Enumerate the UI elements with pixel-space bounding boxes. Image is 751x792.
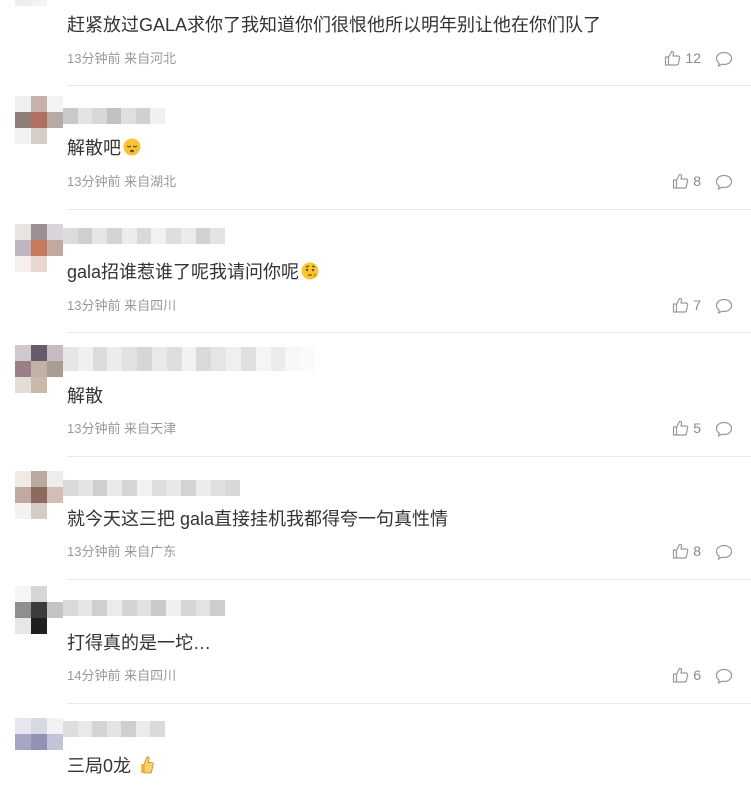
like-count: 7 (693, 297, 701, 313)
avatar[interactable] (15, 96, 63, 144)
comment-location: 来自湖北 (124, 174, 177, 189)
username-blurred[interactable] (63, 480, 240, 496)
avatar[interactable] (15, 718, 63, 766)
like-count: 5 (693, 420, 701, 436)
comment-bubble-icon[interactable] (715, 543, 733, 561)
username-blurred[interactable] (63, 347, 315, 371)
avatar[interactable] (15, 586, 63, 634)
comment-time: 14分钟前 (67, 668, 121, 683)
like-button[interactable]: 6 (672, 667, 701, 683)
comment-time: 13分钟前 (67, 298, 121, 313)
like-count: 12 (685, 50, 701, 66)
avatar[interactable] (15, 0, 63, 22)
username-blurred[interactable] (63, 108, 165, 124)
divider (67, 579, 751, 580)
comment-location: 来自四川 (124, 668, 177, 683)
comment-meta: 13分钟前 来自四川 (67, 297, 176, 315)
comment-text: 就今天这三把 gala直接挂机我都得夸一句真性情 (67, 509, 449, 529)
comment-time: 13分钟前 (67, 51, 121, 66)
comment-meta: 13分钟前 来自湖北 (67, 173, 176, 191)
comment-text: 解散吧 (67, 136, 142, 160)
comment-location: 来自天津 (124, 421, 177, 436)
thumbs-up-icon (673, 297, 689, 313)
comment-location: 来自广东 (124, 544, 177, 559)
comment-text-content: 解散吧 (67, 138, 121, 158)
divider (67, 85, 751, 86)
thumbs-up-icon (673, 420, 689, 436)
username-blurred[interactable] (63, 721, 165, 737)
comment-meta: 13分钟前 来自广东 (67, 543, 176, 561)
username-blurred[interactable] (63, 600, 225, 616)
like-button[interactable]: 12 (664, 50, 701, 66)
comment-meta: 14分钟前 来自四川 (67, 667, 176, 685)
comment-time: 13分钟前 (67, 174, 121, 189)
like-button[interactable]: 8 (672, 543, 701, 559)
comment-text: 赶紧放过GALA求你了我知道你们很恨他所以明年别让他在你们队了 (67, 15, 602, 35)
divider (67, 332, 751, 333)
like-button[interactable]: 5 (672, 420, 701, 436)
sleepy-emoji-icon (123, 138, 141, 156)
divider (67, 456, 751, 457)
like-button[interactable]: 8 (672, 173, 701, 189)
comment-location: 来自四川 (124, 298, 177, 313)
comment-text-content: 三局0龙 (67, 756, 132, 776)
comment-text: 打得真的是一坨… (67, 633, 211, 653)
avatar[interactable] (15, 471, 63, 519)
comment-text: 解散 (67, 386, 103, 406)
thinking-emoji-icon (301, 262, 319, 280)
like-count: 8 (693, 543, 701, 559)
comment-bubble-icon[interactable] (715, 173, 733, 191)
comment-text: gala招谁惹谁了呢我请问你呢 (67, 260, 320, 284)
comment-location: 来自河北 (124, 51, 177, 66)
avatar[interactable] (15, 224, 63, 272)
username-blurred[interactable] (63, 228, 225, 244)
comment-bubble-icon[interactable] (715, 667, 733, 685)
thumbs-up-icon (673, 543, 689, 559)
comment-text-content: gala招谁惹谁了呢我请问你呢 (67, 262, 300, 282)
comment-text: 三局0龙 (67, 754, 155, 778)
comment-time: 13分钟前 (67, 421, 121, 436)
comment-bubble-icon[interactable] (715, 297, 733, 315)
thumbs-up-icon (673, 667, 689, 683)
comment-bubble-icon[interactable] (715, 420, 733, 438)
thumbs-up-icon (673, 173, 689, 189)
avatar[interactable] (15, 345, 63, 393)
like-count: 8 (693, 173, 701, 189)
like-button[interactable]: 7 (672, 297, 701, 313)
divider (67, 703, 751, 704)
thumbs-up-emoji-icon (141, 756, 154, 774)
like-count: 6 (693, 667, 701, 683)
comment-time: 13分钟前 (67, 544, 121, 559)
divider (67, 209, 751, 210)
comment-meta: 13分钟前 来自河北 (67, 50, 176, 68)
comment-bubble-icon[interactable] (715, 50, 733, 68)
thumbs-up-icon (665, 50, 681, 66)
comment-meta: 13分钟前 来自天津 (67, 420, 176, 438)
